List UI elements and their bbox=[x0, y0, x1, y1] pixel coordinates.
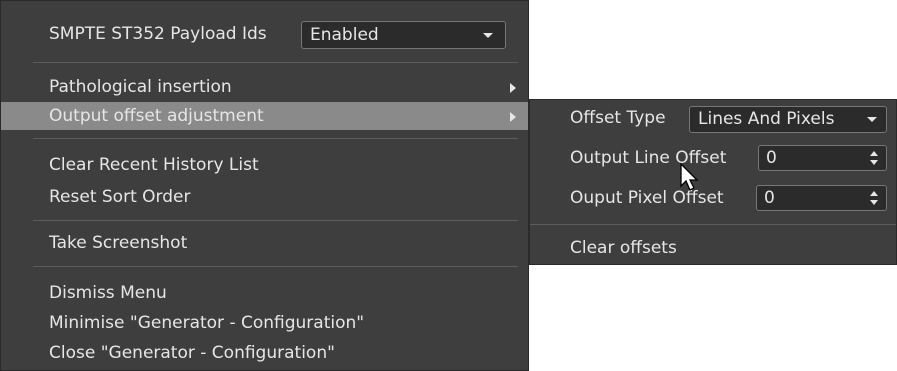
output-pixel-offset-spinbox[interactable]: 0 bbox=[756, 185, 887, 211]
menu-separator bbox=[33, 266, 518, 267]
output-line-offset-label: Output Line Offset bbox=[570, 148, 727, 168]
menu-item-label: Output offset adjustment bbox=[49, 106, 264, 126]
offset-type-value: Lines And Pixels bbox=[698, 109, 835, 129]
menu-item-close[interactable]: Close "Generator - Configuration" bbox=[1, 339, 528, 367]
payload-ids-label: SMPTE ST352 Payload Ids bbox=[49, 24, 267, 44]
menu-item-clear-offsets[interactable]: Clear offsets bbox=[530, 234, 896, 262]
menu-item-label: Pathological insertion bbox=[49, 77, 232, 97]
payload-ids-value: Enabled bbox=[310, 25, 379, 45]
output-pixel-offset-value: 0 bbox=[764, 188, 775, 208]
menu-separator bbox=[33, 138, 518, 139]
context-menu: SMPTE ST352 Payload Ids Enabled Patholog… bbox=[0, 0, 529, 371]
spin-down-icon[interactable] bbox=[870, 160, 878, 165]
output-line-offset-value: 0 bbox=[766, 148, 777, 168]
menu-item-label: Close "Generator - Configuration" bbox=[49, 343, 335, 363]
offset-submenu: Offset Type Lines And Pixels Output Line… bbox=[529, 99, 897, 265]
menu-item-label: Clear offsets bbox=[570, 238, 677, 258]
submenu-separator bbox=[530, 224, 896, 225]
offset-type-select[interactable]: Lines And Pixels bbox=[689, 106, 887, 133]
menu-item-reset-sort-order[interactable]: Reset Sort Order bbox=[1, 183, 528, 211]
menu-separator bbox=[33, 220, 518, 221]
menu-item-clear-recent-history[interactable]: Clear Recent History List bbox=[1, 151, 528, 179]
menu-item-label: Take Screenshot bbox=[49, 233, 188, 253]
spin-down-icon[interactable] bbox=[870, 200, 878, 205]
menu-item-label: Minimise "Generator - Configuration" bbox=[49, 313, 365, 333]
payload-ids-select[interactable]: Enabled bbox=[301, 21, 506, 49]
menu-item-label: Reset Sort Order bbox=[49, 187, 191, 207]
payload-ids-row: SMPTE ST352 Payload Ids Enabled bbox=[1, 20, 528, 49]
spin-up-icon[interactable] bbox=[870, 151, 878, 156]
mouse-cursor-icon bbox=[680, 163, 699, 191]
menu-item-dismiss-menu[interactable]: Dismiss Menu bbox=[1, 279, 528, 307]
menu-item-label: Dismiss Menu bbox=[49, 283, 167, 303]
menu-item-label: Clear Recent History List bbox=[49, 155, 259, 175]
menu-separator bbox=[33, 62, 518, 63]
chevron-down-icon bbox=[483, 33, 493, 38]
offset-type-label: Offset Type bbox=[570, 108, 666, 128]
chevron-right-icon bbox=[510, 83, 516, 93]
spin-up-icon[interactable] bbox=[870, 191, 878, 196]
menu-item-output-offset-adjustment[interactable]: Output offset adjustment bbox=[1, 102, 528, 130]
menu-item-pathological-insertion[interactable]: Pathological insertion bbox=[1, 73, 528, 101]
output-line-offset-spinbox[interactable]: 0 bbox=[758, 145, 887, 171]
chevron-right-icon bbox=[510, 112, 516, 122]
menu-item-take-screenshot[interactable]: Take Screenshot bbox=[1, 229, 528, 257]
chevron-down-icon bbox=[867, 117, 877, 122]
menu-item-minimise[interactable]: Minimise "Generator - Configuration" bbox=[1, 309, 528, 337]
